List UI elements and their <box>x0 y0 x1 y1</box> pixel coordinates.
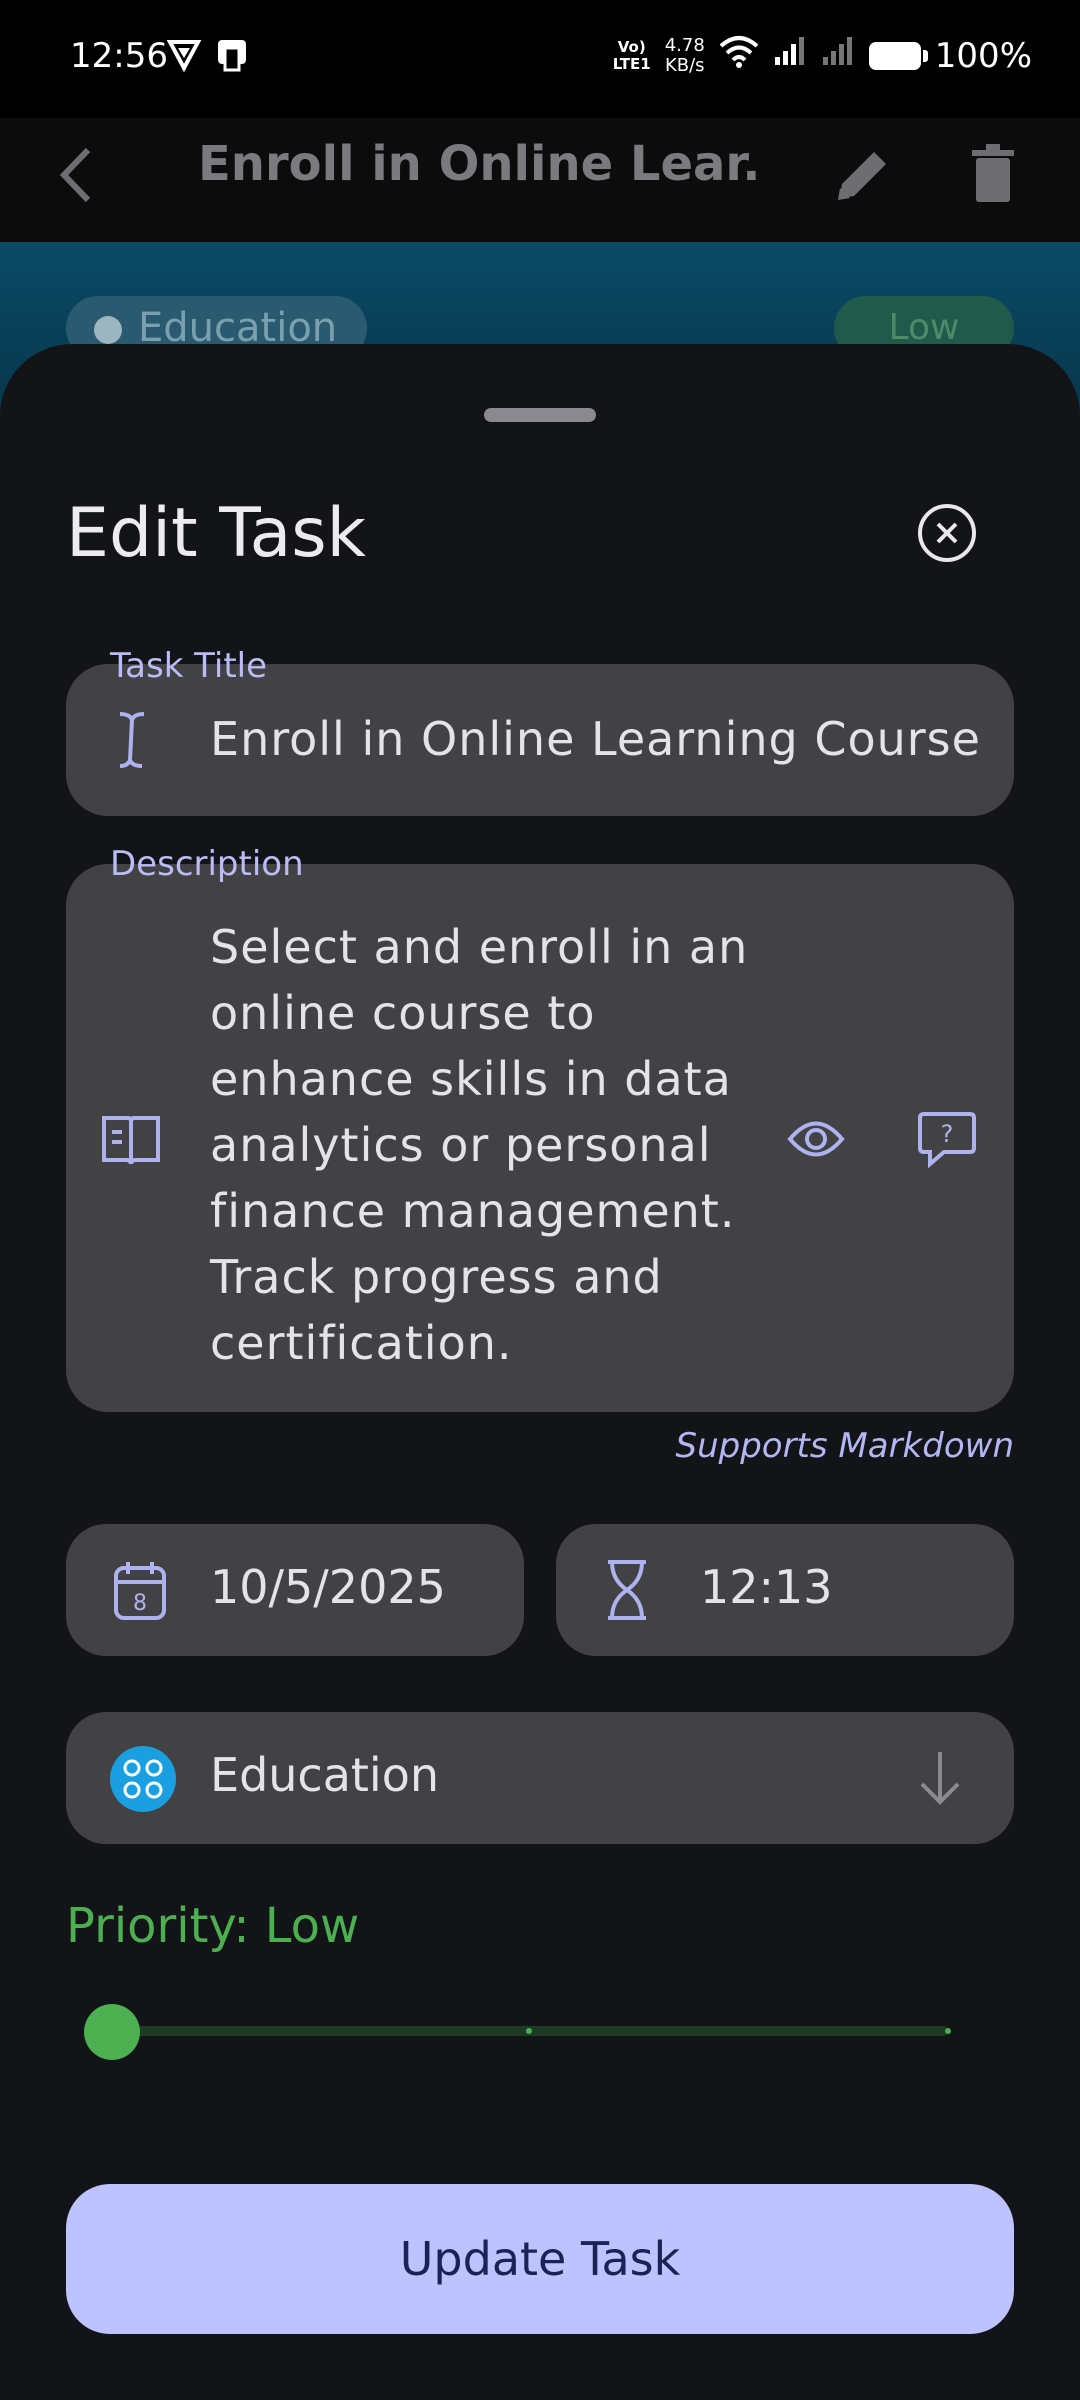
wifi-icon <box>719 34 759 77</box>
description-input[interactable]: Select and enroll in an online course to… <box>210 914 770 1376</box>
update-task-button[interactable]: Update Task <box>66 2184 1014 2334</box>
battery-icon <box>868 41 928 70</box>
task-title-label: Task Title <box>110 646 268 686</box>
date-picker[interactable]: 8 10/5/2025 <box>66 1524 524 1656</box>
priority-slider-tick <box>945 2028 951 2034</box>
date-value: 10/5/2025 <box>210 1560 446 1614</box>
svg-text:8: 8 <box>133 1591 147 1616</box>
status-bar: 12:56 Vo) LTE1 4.78 KB/s 100% <box>0 0 1080 118</box>
priority-slider-thumb[interactable] <box>84 2004 140 2060</box>
app-bar: Enroll in Online Lear... <box>0 118 1080 242</box>
page-title: Enroll in Online Lear... <box>198 136 758 192</box>
drag-handle[interactable] <box>484 408 596 422</box>
signal-icon-1 <box>773 35 807 76</box>
status-right: Vo) LTE1 4.78 KB/s 100% <box>613 34 1032 77</box>
time-value: 12:13 <box>700 1560 833 1614</box>
category-value: Education <box>210 1748 440 1802</box>
book-icon <box>100 1110 162 1172</box>
task-title-field[interactable]: Enroll in Online Learning Course <box>66 664 1014 816</box>
network-speed: 4.78 KB/s <box>664 34 705 76</box>
hourglass-icon <box>602 1558 652 1626</box>
calendar-icon: 8 <box>112 1558 168 1626</box>
priority-label: Priority: Low <box>66 1898 360 1954</box>
status-time: 12:56 <box>70 36 168 76</box>
category-icon <box>110 1746 176 1812</box>
sheet-title: Edit Task <box>66 494 367 573</box>
time-picker[interactable]: 12:13 <box>556 1524 1014 1656</box>
svg-text:?: ? <box>941 1120 954 1148</box>
text-cursor-icon <box>106 710 156 774</box>
notification-app-icon <box>214 36 250 81</box>
trash-icon[interactable] <box>970 140 1016 214</box>
vpn-shield-icon <box>166 36 202 81</box>
pencil-icon[interactable] <box>830 140 890 214</box>
help-icon[interactable]: ? <box>916 1110 978 1172</box>
description-label: Description <box>110 844 304 884</box>
task-title-input[interactable]: Enroll in Online Learning Course <box>210 712 981 766</box>
battery-percent: 100% <box>934 35 1032 76</box>
edit-task-sheet: Edit Task Enroll in Online Learning Cour… <box>0 344 1080 2400</box>
arrow-down-icon <box>918 1748 962 1812</box>
priority-slider-tick <box>526 2028 532 2034</box>
markdown-note: Supports Markdown <box>675 1426 1014 1466</box>
preview-eye-icon[interactable] <box>786 1114 846 1168</box>
close-button[interactable] <box>918 504 976 562</box>
description-field[interactable]: Select and enroll in an online course to… <box>66 864 1014 1412</box>
category-dropdown[interactable]: Education <box>66 1712 1014 1844</box>
signal-icon-2 <box>821 35 855 76</box>
back-arrow-icon[interactable] <box>52 140 102 214</box>
volte-icon: Vo) LTE1 <box>612 37 651 73</box>
